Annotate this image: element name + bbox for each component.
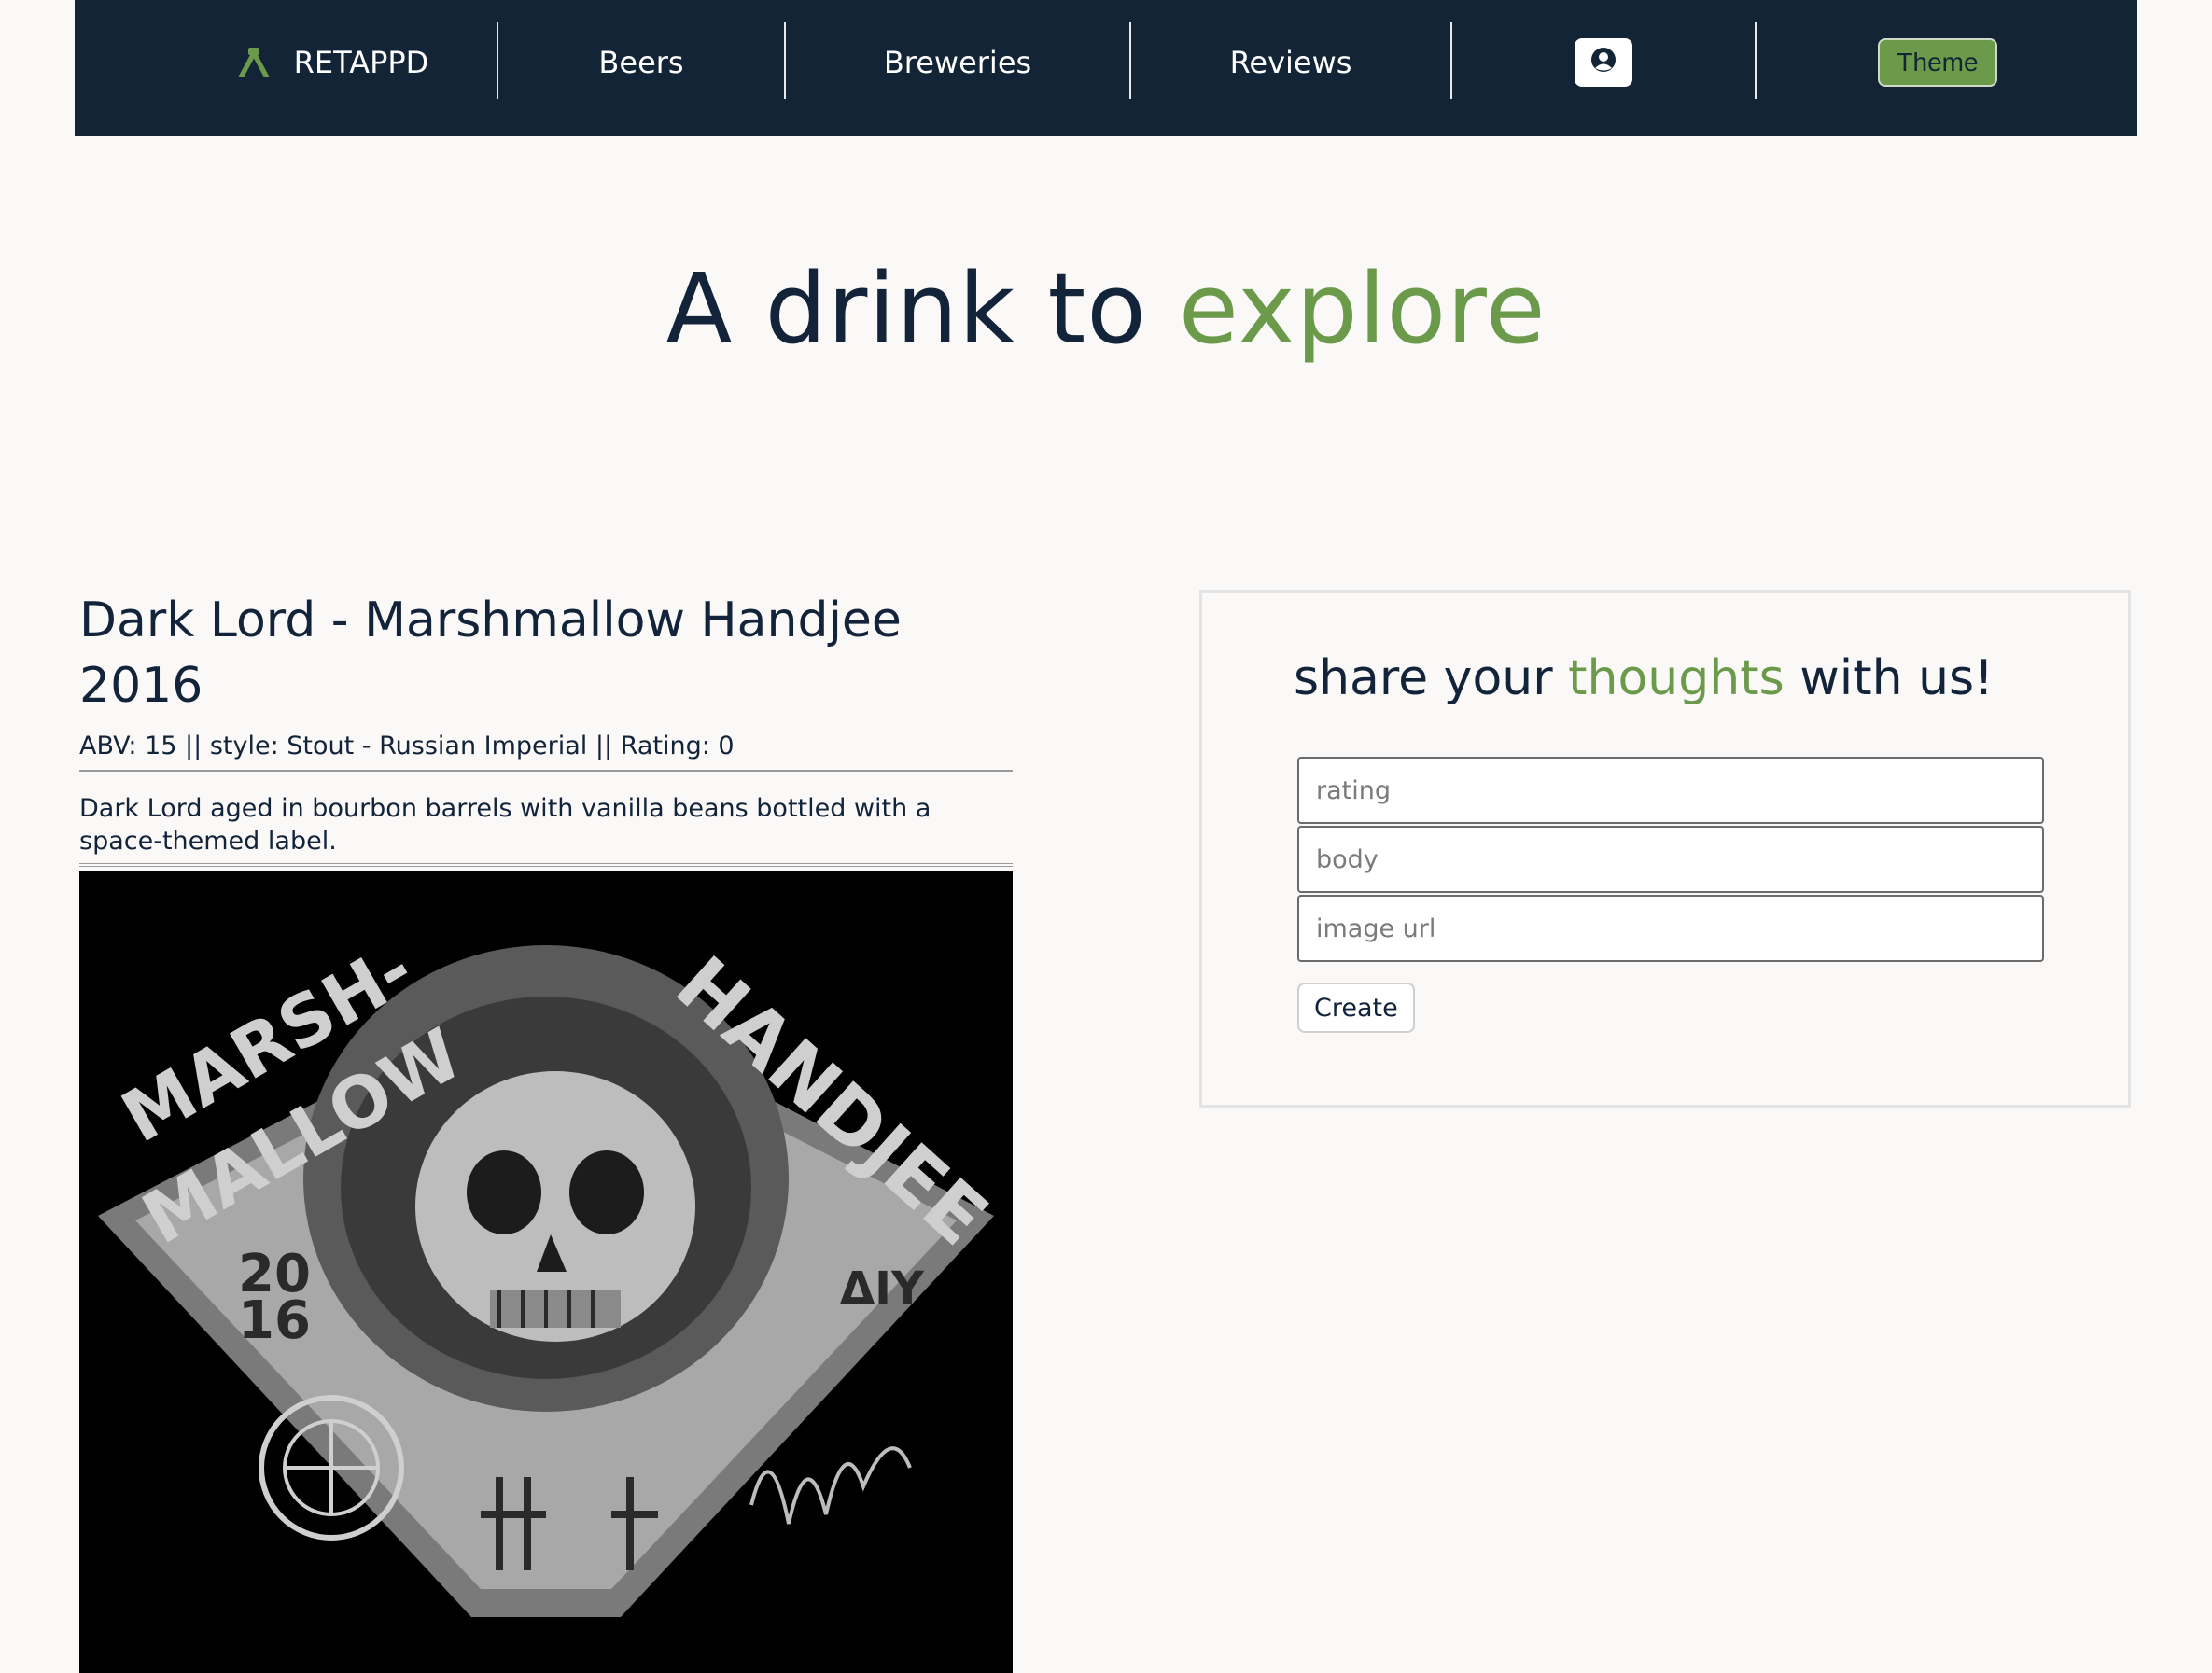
rating-input[interactable]: [1297, 757, 2044, 824]
theme-cell: Theme: [1757, 0, 2119, 125]
review-heading-accent: thoughts: [1568, 650, 1785, 706]
user-button[interactable]: [1575, 38, 1632, 87]
label-text-right: ΔIY: [840, 1262, 924, 1315]
beer-title: Dark Lord - Marshmallow Handjee 2016: [79, 593, 902, 714]
user-circle-icon: [1590, 45, 1617, 80]
beer-details: Dark Lord - Marshmallow Handjee 2016 ABV…: [79, 588, 1013, 1673]
brand-name: RETAPPD: [293, 45, 429, 80]
nav-item-reviews[interactable]: Reviews: [1131, 0, 1450, 125]
beer-label-image: MARSH- MALLOW HANDJEE 20 16 ΔIY: [79, 871, 1013, 1673]
create-review-button[interactable]: Create: [1297, 983, 1415, 1033]
review-heading: share your thoughts with us!: [1294, 650, 1994, 706]
beer-logo-icon: [234, 46, 273, 79]
nav-item-beers[interactable]: Beers: [498, 0, 784, 125]
review-heading-suffix: with us!: [1799, 650, 1994, 706]
user-menu: [1452, 0, 1755, 125]
hero-title: A drink to explore: [0, 252, 2212, 366]
navbar: RETAPPD Beers Breweries Reviews Theme: [75, 0, 2137, 136]
review-form-card: share your thoughts with us! Create: [1199, 590, 2131, 1108]
beer-meta: ABV: 15 || style: Stout - Russian Imperi…: [79, 732, 1013, 772]
body-input[interactable]: [1297, 826, 2044, 893]
hero-title-accent: explore: [1178, 252, 1547, 366]
nav-item-breweries[interactable]: Breweries: [786, 0, 1129, 125]
image-url-input[interactable]: [1297, 895, 2044, 962]
theme-toggle-button[interactable]: Theme: [1878, 38, 1997, 87]
brand-link[interactable]: RETAPPD: [168, 0, 495, 125]
review-heading-prefix: share your: [1294, 650, 1553, 706]
beer-description: Dark Lord aged in bourbon barrels with v…: [79, 792, 1013, 867]
label-year-bottom: 16: [238, 1290, 311, 1351]
hero-title-prefix: A drink to: [665, 252, 1147, 366]
